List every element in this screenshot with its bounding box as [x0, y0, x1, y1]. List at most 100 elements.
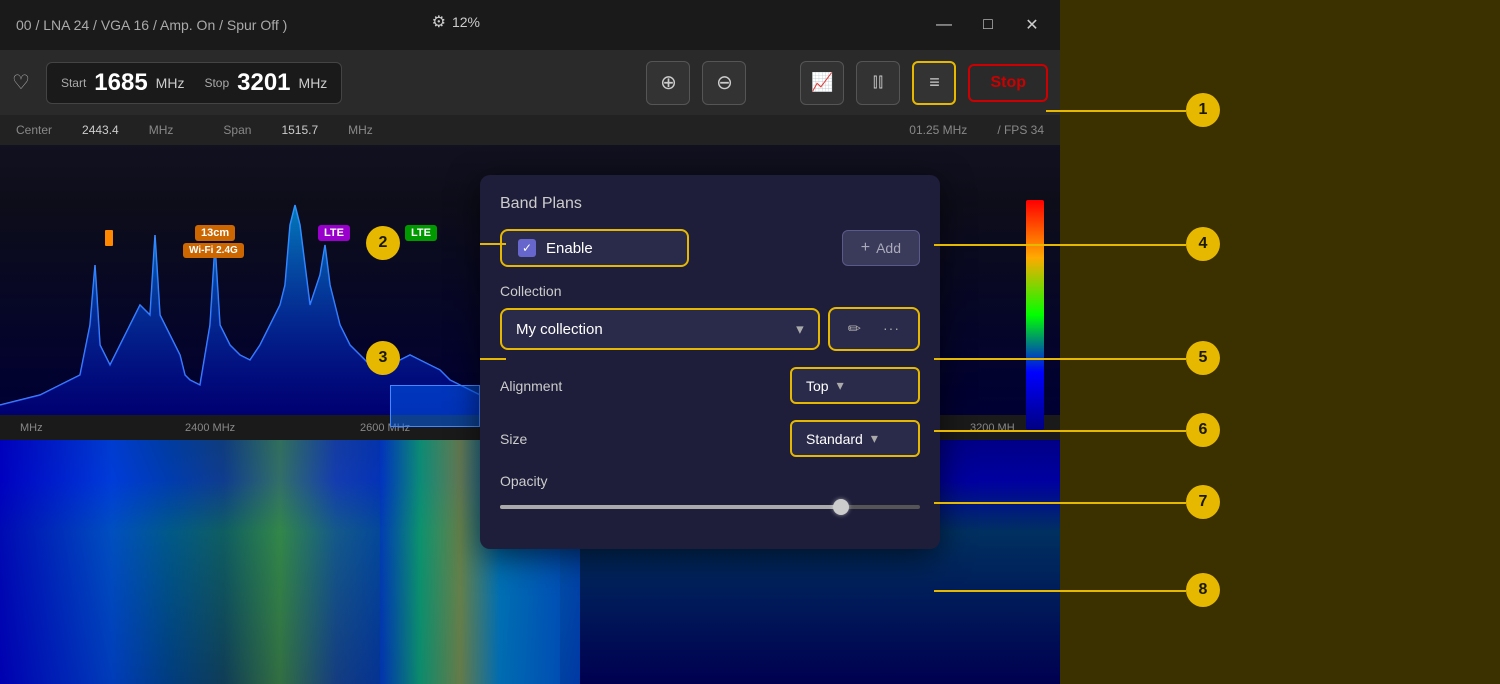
selection-band	[390, 385, 480, 427]
add-label: Add	[876, 240, 901, 256]
band-label-13cm: 13cm	[195, 225, 235, 241]
collection-actions: ✏ ···	[828, 307, 920, 351]
collection-dropdown[interactable]: My collection ▾	[500, 308, 820, 350]
collection-section-label: Collection	[500, 283, 920, 299]
toolbar: ♡ Start 1685 MHz Stop 3201 MHz ⊕ ⊖ 📈 ⫿⫿ …	[0, 50, 1060, 115]
size-row: Size Standard ▾	[500, 420, 920, 457]
zoom-in-button[interactable]: ⊕	[646, 61, 690, 105]
span-value: 1515.7	[281, 123, 318, 137]
annotation-line-6	[934, 430, 1186, 432]
add-button[interactable]: + Add	[842, 230, 920, 266]
right-info1: 01.25 MHz	[909, 123, 967, 137]
enable-checkbox[interactable]: ✓ Enable	[500, 229, 689, 267]
settings-button[interactable]: ≡	[912, 61, 956, 105]
checkmark-icon: ✓	[518, 239, 536, 257]
zoom-out-button[interactable]: ⊖	[702, 61, 746, 105]
titlebar: 00 / LNA 24 / VGA 16 / Amp. On / Spur Of…	[0, 0, 1060, 50]
annotation-line-8	[934, 590, 1186, 592]
right-info2: / FPS 34	[997, 123, 1044, 137]
freq-label-mhz: MHz	[20, 422, 43, 434]
alignment-dropdown[interactable]: Top ▾	[790, 367, 920, 404]
zoom-out-icon: ⊖	[716, 70, 733, 95]
center-value: 2443.4	[82, 123, 119, 137]
plus-icon: +	[861, 239, 870, 257]
size-dropdown[interactable]: Standard ▾	[790, 420, 920, 457]
stop-label: Stop	[204, 76, 229, 90]
settings-icon: ≡	[929, 72, 940, 93]
opacity-section: Opacity	[500, 473, 920, 517]
window-controls: ⚙ 12% — □ ✕	[916, 0, 1060, 50]
dropdown-chevron-icon: ▾	[796, 320, 804, 338]
stop-unit: MHz	[299, 75, 328, 91]
opacity-slider-fill	[500, 505, 836, 509]
collection-section: Collection My collection ▾ ✏ ···	[500, 283, 920, 351]
annotation-4: 4	[1186, 227, 1220, 261]
size-value: Standard	[806, 431, 863, 447]
span-label: Span	[223, 123, 251, 137]
chart-button[interactable]: 📈	[800, 61, 844, 105]
cpu-indicator: ⚙ 12%	[432, 12, 480, 32]
stop-button[interactable]: Stop	[968, 64, 1048, 102]
center-label: Center	[16, 123, 52, 137]
close-button[interactable]: ✕	[1012, 0, 1052, 50]
annotation-2: 2	[366, 226, 400, 260]
more-icon: ···	[883, 320, 900, 336]
zoom-in-icon: ⊕	[660, 70, 677, 95]
annotation-line-3	[480, 358, 506, 360]
alignment-label: Alignment	[500, 378, 790, 394]
minimize-button[interactable]: —	[924, 0, 964, 50]
cpu-icon: ⚙	[432, 12, 446, 32]
chart-icon: 📈	[811, 72, 833, 93]
title-text: 00 / LNA 24 / VGA 16 / Amp. On / Spur Of…	[16, 17, 287, 33]
opacity-slider-thumb[interactable]	[833, 499, 849, 515]
annotation-line-7	[934, 502, 1186, 504]
cpu-percent: 12%	[452, 14, 480, 30]
size-chevron-icon: ▾	[871, 430, 878, 447]
stop-value: 3201	[237, 69, 290, 97]
alignment-row: Alignment Top ▾	[500, 367, 920, 404]
band-plans-panel: Band Plans ✓ Enable + Add Collection My …	[480, 175, 940, 549]
lines-icon: ⫿⫿	[873, 74, 884, 91]
enable-row: ✓ Enable + Add	[500, 229, 920, 267]
lines-button[interactable]: ⫿⫿	[856, 61, 900, 105]
enable-label: Enable	[546, 240, 593, 257]
annotation-5: 5	[1186, 341, 1220, 375]
edit-icon: ✏	[848, 321, 861, 338]
edit-collection-button[interactable]: ✏	[840, 315, 869, 343]
band-label-lte1: LTE	[318, 225, 350, 241]
annotation-line-4	[934, 244, 1186, 246]
alignment-value: Top	[806, 378, 829, 394]
freq-display: Start 1685 MHz Stop 3201 MHz	[46, 62, 342, 104]
center-unit: MHz	[149, 123, 174, 137]
annotation-1: 1	[1186, 93, 1220, 127]
annotation-3: 3	[366, 341, 400, 375]
annotation-line-5	[934, 358, 1186, 360]
bookmark-icon: ♡	[12, 70, 30, 95]
band-label-lte2: LTE	[405, 225, 437, 241]
start-unit: MHz	[156, 75, 185, 91]
start-value: 1685	[94, 69, 147, 97]
freq-label-2400: 2400 MHz	[185, 422, 235, 434]
panel-title: Band Plans	[500, 195, 920, 213]
freq-info-bar: Center 2443.4 MHz Span 1515.7 MHz 01.25 …	[0, 115, 1060, 145]
annotation-7: 7	[1186, 485, 1220, 519]
opacity-slider-track	[500, 505, 920, 509]
more-options-button[interactable]: ···	[875, 315, 908, 343]
collection-row: My collection ▾ ✏ ···	[500, 307, 920, 351]
start-label: Start	[61, 76, 86, 90]
color-scale	[1026, 200, 1044, 430]
spectrum-svg	[0, 145, 480, 415]
alignment-chevron-icon: ▾	[837, 377, 844, 394]
annotation-line-1	[1046, 110, 1186, 112]
band-label-wifi: Wi-Fi 2.4G	[183, 243, 244, 258]
annotation-6: 6	[1186, 413, 1220, 447]
size-label: Size	[500, 431, 790, 447]
signal-peak	[105, 230, 113, 246]
maximize-button[interactable]: □	[968, 0, 1008, 50]
opacity-label: Opacity	[500, 473, 920, 489]
annotation-line-2	[480, 243, 506, 245]
opacity-slider-wrap	[500, 497, 920, 517]
annotation-8: 8	[1186, 573, 1220, 607]
collection-value: My collection	[516, 321, 603, 338]
right-panel	[1060, 0, 1500, 684]
